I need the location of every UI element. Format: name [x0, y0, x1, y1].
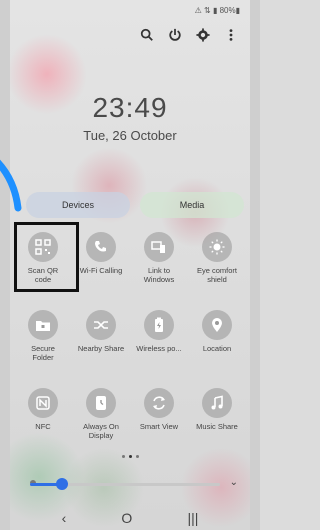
music-share-icon [202, 388, 232, 418]
eye-comfort-icon [202, 232, 232, 262]
highlight-box [14, 222, 79, 292]
home-button[interactable]: O [121, 510, 132, 526]
page-dot-current [128, 455, 132, 458]
gear-icon[interactable] [194, 26, 212, 44]
tile-always-on-display[interactable]: Always On Display [72, 388, 130, 458]
navigation-bar: ‹ O ||| [0, 505, 260, 530]
wireless-power-icon [144, 310, 174, 340]
tile-link-to-windows[interactable]: Link to Windows [130, 232, 188, 302]
tile-location[interactable]: Location [188, 310, 246, 380]
wifi-call-icon [86, 232, 116, 262]
page-indicator [0, 455, 260, 458]
tile-eye-comfort[interactable]: Eye comfort shield [188, 232, 246, 302]
clock-date: Tue, 26 October [83, 128, 177, 143]
tile-label: Secure Folder [31, 344, 55, 362]
left-frame [0, 0, 10, 530]
clock-time: 23:49 [92, 92, 168, 123]
page-dot [135, 455, 139, 458]
nearby-share-icon [86, 310, 116, 340]
tile-smart-view[interactable]: Smart View [130, 388, 188, 458]
tile-label: Eye comfort shield [196, 266, 237, 284]
tile-nearby-share[interactable]: Nearby Share [72, 310, 130, 380]
chevron-down-icon[interactable]: ⌄ [230, 477, 238, 488]
power-icon[interactable] [166, 26, 184, 44]
page-dot [121, 455, 125, 458]
slider-knob[interactable] [55, 478, 68, 490]
smart-view-icon [144, 388, 174, 418]
media-button[interactable]: Media [140, 192, 244, 218]
annotation-arrow-icon [0, 159, 22, 212]
tile-label: Music Share [196, 422, 238, 431]
link-windows-icon [144, 232, 174, 262]
tile-label: NFC [35, 422, 51, 431]
secure-folder-icon [28, 310, 58, 340]
tile-label: Always On Display [83, 422, 119, 440]
tile-label: Wi-Fi Calling [79, 266, 123, 275]
brightness-slider[interactable] [30, 476, 220, 492]
nfc-icon [28, 388, 58, 418]
always-on-display-icon [86, 388, 116, 418]
search-icon[interactable] [138, 26, 156, 44]
quick-panel-actions [138, 26, 240, 44]
back-button[interactable]: ‹ [62, 510, 67, 526]
tile-label: Link to Windows [143, 266, 175, 284]
tile-label: Nearby Share [77, 344, 125, 353]
tile-label: Wireless po... [136, 344, 182, 353]
status-bar: ⚠ ⇅ ▮ 80%▮ [194, 6, 240, 15]
recents-button[interactable]: ||| [187, 510, 198, 526]
tile-label: Location [202, 344, 232, 353]
devices-button[interactable]: Devices [26, 192, 130, 218]
tile-wifi-calling[interactable]: Wi-Fi Calling [72, 232, 130, 302]
tile-music-share[interactable]: Music Share [188, 388, 246, 458]
tile-secure-folder[interactable]: Secure Folder [14, 310, 72, 380]
tile-nfc[interactable]: NFC [14, 388, 72, 458]
tile-label: Smart View [139, 422, 179, 431]
tile-wireless-power[interactable]: Wireless po... [130, 310, 188, 380]
more-vertical-icon[interactable] [222, 26, 240, 44]
location-icon [202, 310, 232, 340]
